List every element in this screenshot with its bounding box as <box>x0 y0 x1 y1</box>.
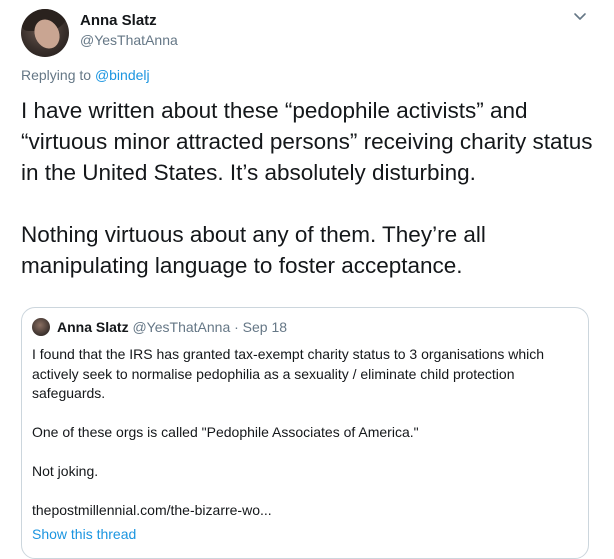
author-avatar[interactable] <box>21 9 69 57</box>
quoted-tweet-date: · Sep 18 <box>234 319 288 335</box>
quoted-paragraph: One of these orgs is called "Pedophile A… <box>32 424 419 440</box>
author-handle[interactable]: @YesThatAnna <box>80 32 178 48</box>
quoted-author-name: Anna Slatz <box>57 319 129 335</box>
quoted-author-avatar <box>32 318 50 336</box>
replying-prefix: Replying to <box>21 67 92 83</box>
replying-to-line: Replying to @bindelj <box>21 67 150 83</box>
quoted-link[interactable]: thepostmillennial.com/the-bizarre-wo... <box>32 501 580 521</box>
quoted-paragraph: I found that the IRS has granted tax-exe… <box>32 346 545 401</box>
quoted-tweet-header: Anna Slatz @YesThatAnna · Sep 18 <box>57 319 287 335</box>
author-name[interactable]: Anna Slatz <box>80 12 157 29</box>
quoted-paragraph: Not joking. <box>32 463 99 479</box>
tweet-paragraph: I have written about these “pedophile ac… <box>21 98 593 185</box>
replying-mention-link[interactable]: @bindelj <box>95 67 150 83</box>
quoted-tweet-text: I found that the IRS has granted tax-exe… <box>32 345 580 540</box>
chevron-down-icon[interactable] <box>573 12 587 22</box>
tweet-paragraph: Nothing virtuous about any of them. They… <box>21 222 486 278</box>
quoted-author-handle: @YesThatAnna <box>132 319 231 335</box>
tweet-text: I have written about these “pedophile ac… <box>21 95 601 312</box>
quoted-tweet-card[interactable]: Anna Slatz @YesThatAnna · Sep 18 I found… <box>21 307 589 559</box>
show-thread-link[interactable]: Show this thread <box>32 526 136 542</box>
